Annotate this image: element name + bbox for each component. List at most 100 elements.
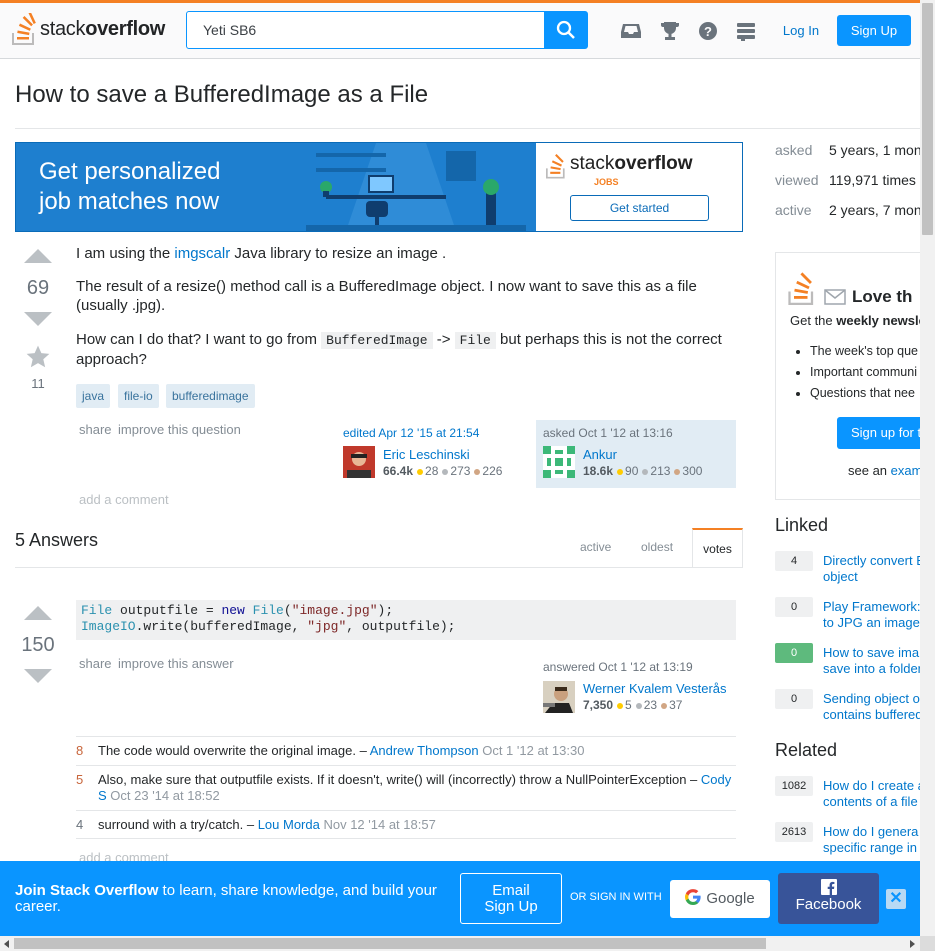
meta-active-value: 2 years, 7 mon	[829, 202, 922, 218]
meta-viewed-value: 119,971 times	[829, 172, 916, 188]
answers-divider	[15, 567, 743, 568]
linked-score[interactable]: 0	[775, 689, 813, 709]
comment-score: 8	[76, 743, 84, 758]
search-icon	[556, 20, 575, 39]
imgscalr-link[interactable]: imgscalr	[174, 245, 230, 262]
newsletter-bullet: Questions that nee	[810, 383, 918, 404]
scroll-right-arrow-icon[interactable]	[910, 940, 915, 948]
tab-votes[interactable]: votes	[692, 528, 743, 568]
meta-viewed-label: viewed	[775, 172, 819, 188]
asked-timestamp: asked Oct 1 '12 at 13:16	[543, 426, 673, 440]
editor-reputation: 66.4k 28 273 226	[383, 464, 503, 478]
linked-question-link[interactable]: Sending object o contains buffered	[823, 691, 923, 723]
comment-user[interactable]: Andrew Thompson	[370, 743, 479, 758]
linked-score[interactable]: 4	[775, 551, 813, 571]
question-paragraph-3: How can I do that? I want to go from Buf…	[76, 331, 722, 368]
search-button[interactable]	[544, 12, 587, 48]
join-banner: Join Stack Overflow to learn, share know…	[0, 861, 920, 936]
answers-heading: 5 Answers	[15, 530, 99, 550]
newsletter-bullets: The week's top que Important communi Que…	[810, 341, 918, 404]
vertical-scroll-thumb[interactable]	[922, 3, 933, 235]
tag-bufferedimage[interactable]: bufferedimage	[166, 384, 255, 408]
ad-logo-jobs: JOBS	[594, 177, 619, 187]
close-banner-icon[interactable]: ✕	[886, 889, 906, 909]
question-title[interactable]: How to save a BufferedImage as a File	[15, 81, 428, 109]
linked-question-link[interactable]: How to save ima save into a folder	[823, 645, 922, 677]
favorite-count: 11	[31, 376, 45, 391]
comment-item: The code would overwrite the original im…	[98, 743, 585, 758]
answerer-avatar[interactable]	[543, 681, 575, 713]
search-input[interactable]	[187, 12, 545, 48]
login-link[interactable]: Log In	[772, 15, 830, 46]
scroll-left-arrow-icon[interactable]	[4, 940, 9, 948]
linked-question-link[interactable]: Directly convert Bobject	[823, 553, 925, 585]
newsletter-bullet: Important communi	[810, 362, 918, 383]
comment-item: Also, make sure that outputfile exists. …	[98, 772, 732, 803]
jobs-logo-icon	[546, 154, 565, 179]
inbox-icon[interactable]	[620, 20, 642, 42]
trophy-icon[interactable]	[659, 20, 681, 42]
improve-question-link[interactable]: improve this question	[118, 422, 241, 437]
newsletter-bullet: The week's top que	[810, 341, 918, 362]
email-signup-button[interactable]: Email Sign Up	[460, 873, 562, 924]
code-file: File	[454, 332, 496, 349]
edited-timestamp[interactable]: edited Apr 12 '15 at 21:54	[343, 426, 479, 440]
banner-text: Join Stack Overflow to learn, share know…	[15, 882, 437, 915]
facebook-signin-button[interactable]: Facebook	[778, 873, 879, 924]
linked-score[interactable]: 0	[775, 597, 813, 617]
asker-reputation: 18.6k 90 213 300	[583, 464, 703, 478]
facebook-icon	[820, 879, 837, 895]
comments-divider	[76, 736, 736, 737]
improve-answer-link[interactable]: improve this answer	[118, 656, 234, 671]
stackoverflow-logo[interactable]: stackoverflow	[12, 13, 172, 47]
share-answer-link[interactable]: share	[79, 656, 112, 671]
answer-downvote-icon[interactable]	[24, 669, 52, 683]
favorite-star-icon[interactable]	[25, 344, 51, 373]
meta-asked-value: 5 years, 1 mon	[829, 142, 922, 158]
comment-user[interactable]: Lou Morda	[258, 817, 320, 832]
asker-name[interactable]: Ankur	[583, 447, 617, 462]
title-divider	[15, 128, 920, 129]
comment-score: 5	[76, 772, 84, 787]
google-icon	[685, 889, 701, 905]
answerer-name[interactable]: Werner Kvalem Vesterås	[583, 681, 727, 696]
add-comment-question[interactable]: add a comment	[79, 492, 169, 507]
editor-avatar[interactable]	[343, 446, 375, 478]
answered-timestamp: answered Oct 1 '12 at 13:19	[543, 660, 693, 674]
tag-java[interactable]: java	[76, 384, 111, 408]
horizontal-scroll-thumb[interactable]	[14, 938, 766, 949]
question-upvote-icon[interactable]	[24, 249, 52, 263]
linked-score-accepted[interactable]: 0	[775, 643, 813, 663]
question-downvote-icon[interactable]	[24, 312, 52, 326]
comment-divider	[76, 765, 736, 766]
answer-upvote-icon[interactable]	[24, 606, 52, 620]
ad-logo-text: stackoverflow	[570, 153, 693, 174]
newsletter-subtitle: Get the weekly newsle	[790, 313, 926, 328]
share-question-link[interactable]: share	[79, 422, 112, 437]
newsletter-example-link[interactable]: exam	[891, 463, 923, 478]
tab-oldest[interactable]: oldest	[641, 540, 673, 554]
editor-name[interactable]: Eric Leschinski	[383, 447, 470, 462]
comment-score: 4	[76, 817, 84, 832]
related-question-link[interactable]: How do I genera specific range in	[823, 824, 918, 856]
comment-divider	[76, 810, 736, 811]
related-question-link[interactable]: How do I create a contents of a file	[823, 778, 925, 810]
get-started-button[interactable]: Get started	[570, 195, 709, 221]
help-icon[interactable]: ?	[697, 20, 719, 42]
tab-active[interactable]: active	[580, 540, 611, 554]
related-score[interactable]: 1082	[775, 776, 813, 796]
linked-question-link[interactable]: Play Framework: to JPG an image	[823, 599, 921, 631]
signup-button[interactable]: Sign Up	[837, 15, 911, 46]
related-score[interactable]: 2613	[775, 822, 813, 842]
jobs-ad[interactable]: Get personalized job matches now stackov…	[15, 142, 743, 232]
newsletter-title: Love th	[852, 287, 913, 306]
google-signin-button[interactable]: Google	[670, 880, 770, 918]
newsletter-example: see an exam	[848, 463, 923, 478]
scrollbar-corner	[920, 936, 935, 951]
asker-avatar[interactable]	[543, 446, 575, 478]
tag-file-io[interactable]: file-io	[118, 384, 159, 408]
office-illustration-icon	[286, 143, 536, 231]
ad-panel: stackoverflow JOBS Get started	[536, 143, 742, 231]
answer-code-block: File outputfile = new File("image.jpg");…	[76, 600, 736, 640]
site-switcher-icon[interactable]	[735, 20, 757, 42]
